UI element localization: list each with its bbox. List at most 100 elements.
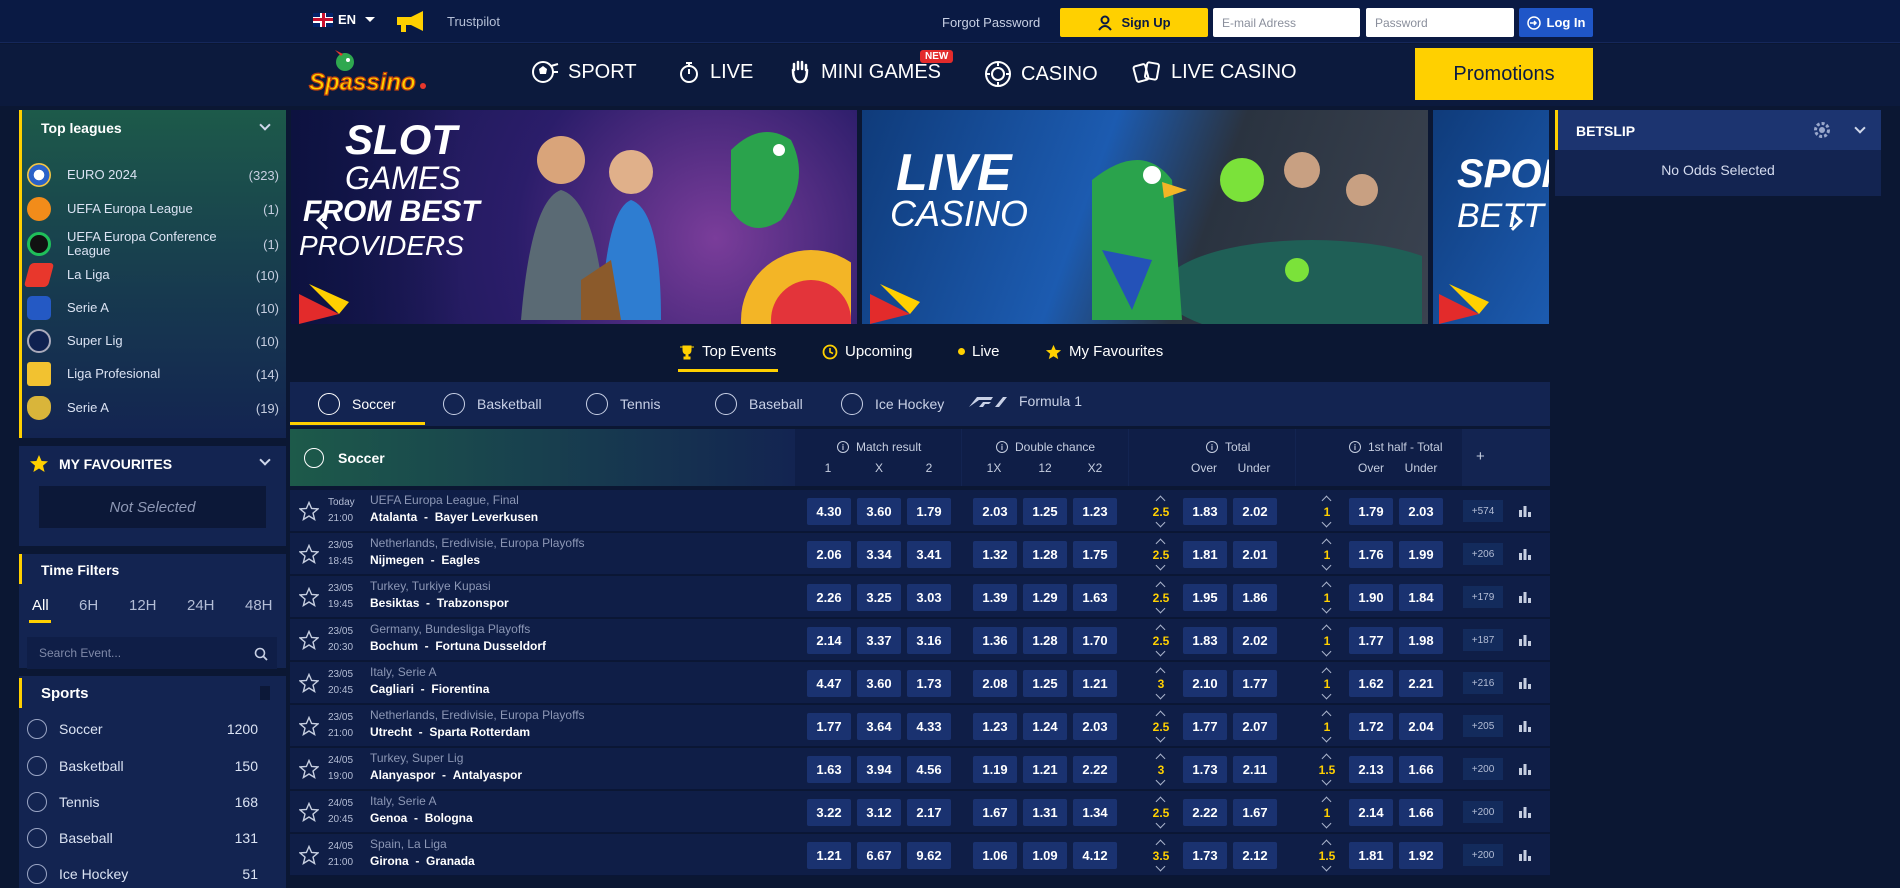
odd-half-over[interactable]: 1.77 bbox=[1349, 627, 1393, 654]
nav-live[interactable]: LIVE bbox=[677, 60, 753, 84]
odd-half-over[interactable]: 1.72 bbox=[1349, 713, 1393, 740]
odd-total-over[interactable]: 1.77 bbox=[1183, 713, 1227, 740]
tab-my-favourites[interactable]: My Favourites bbox=[1045, 343, 1163, 360]
odd-total-over[interactable]: 1.95 bbox=[1183, 584, 1227, 611]
time-filter-24h[interactable]: 24H bbox=[187, 597, 215, 614]
odd-x2[interactable]: 4.12 bbox=[1073, 842, 1117, 869]
info-icon[interactable]: i bbox=[1349, 441, 1361, 453]
favourite-star-icon[interactable] bbox=[299, 759, 319, 779]
tab-live[interactable]: Live bbox=[958, 343, 1000, 360]
promotions-button[interactable]: Promotions bbox=[1415, 48, 1593, 100]
sport-item-basketball[interactable]: Basketball 150 bbox=[27, 756, 258, 776]
table-row[interactable]: 23/05 21:00 Netherlands, Eredivisie, Euro… bbox=[290, 705, 1550, 747]
league-item[interactable]: Serie A (19) bbox=[27, 396, 279, 420]
odd-12[interactable]: 1.25 bbox=[1023, 670, 1067, 697]
sport-tab-baseball[interactable]: Baseball bbox=[715, 393, 803, 415]
half-line-stepper[interactable]: 1 bbox=[1315, 497, 1339, 526]
more-markets-button[interactable]: +200 bbox=[1463, 758, 1503, 780]
table-row[interactable]: Today 21:00 UEFA Europa League, Final Ata… bbox=[290, 490, 1550, 532]
odd-half-over[interactable]: 1.79 bbox=[1349, 498, 1393, 525]
search-icon[interactable] bbox=[254, 647, 268, 661]
odd-1x[interactable]: 1.67 bbox=[973, 799, 1017, 826]
search-event-input[interactable]: Search Event... bbox=[27, 637, 277, 669]
total-line-stepper[interactable]: 2.5 bbox=[1149, 712, 1173, 741]
odd-12[interactable]: 1.25 bbox=[1023, 498, 1067, 525]
odd-1[interactable]: 1.21 bbox=[807, 842, 851, 869]
odd-total-over[interactable]: 2.10 bbox=[1183, 670, 1227, 697]
odd-total-over[interactable]: 1.73 bbox=[1183, 842, 1227, 869]
more-markets-button[interactable]: +179 bbox=[1463, 586, 1503, 608]
half-line-stepper[interactable]: 1 bbox=[1315, 798, 1339, 827]
half-line-stepper[interactable]: 1.5 bbox=[1315, 841, 1339, 870]
more-markets-button[interactable]: +206 bbox=[1463, 543, 1503, 565]
odd-1x[interactable]: 1.36 bbox=[973, 627, 1017, 654]
half-line-stepper[interactable]: 1 bbox=[1315, 626, 1339, 655]
odd-total-under[interactable]: 1.67 bbox=[1233, 799, 1277, 826]
odd-x[interactable]: 3.64 bbox=[857, 713, 901, 740]
odd-x2[interactable]: 1.63 bbox=[1073, 584, 1117, 611]
odd-1x[interactable]: 2.03 bbox=[973, 498, 1017, 525]
odd-half-under[interactable]: 1.92 bbox=[1399, 842, 1443, 869]
nav-mini-games[interactable]: MINI GAMES bbox=[788, 60, 941, 84]
odd-2[interactable]: 2.17 bbox=[907, 799, 951, 826]
favourite-star-icon[interactable] bbox=[299, 845, 319, 865]
league-item[interactable]: Liga Profesional (14) bbox=[27, 362, 279, 386]
more-markets-button[interactable]: +187 bbox=[1463, 629, 1503, 651]
time-filter-all[interactable]: All bbox=[32, 597, 49, 614]
forgot-password-link[interactable]: Forgot Password bbox=[942, 15, 1040, 30]
odd-x2[interactable]: 1.21 bbox=[1073, 670, 1117, 697]
more-markets-button[interactable]: +574 bbox=[1463, 500, 1503, 522]
half-line-stepper[interactable]: 1 bbox=[1315, 712, 1339, 741]
odd-1[interactable]: 1.63 bbox=[807, 756, 851, 783]
odd-half-under[interactable]: 2.03 bbox=[1399, 498, 1443, 525]
odd-x[interactable]: 3.94 bbox=[857, 756, 901, 783]
stats-icon[interactable] bbox=[1519, 762, 1531, 775]
total-line-stepper[interactable]: 2.5 bbox=[1149, 798, 1173, 827]
odd-half-under[interactable]: 1.99 bbox=[1399, 541, 1443, 568]
stats-icon[interactable] bbox=[1519, 676, 1531, 689]
odd-total-over[interactable]: 1.83 bbox=[1183, 627, 1227, 654]
favourite-star-icon[interactable] bbox=[299, 673, 319, 693]
table-row[interactable]: 23/05 18:45 Netherlands, Eredivisie, Euro… bbox=[290, 533, 1550, 575]
odd-total-under[interactable]: 2.02 bbox=[1233, 627, 1277, 654]
league-item[interactable]: UEFA Europa League (1) bbox=[27, 197, 279, 221]
favourite-star-icon[interactable] bbox=[299, 802, 319, 822]
spassino-logo[interactable]: Spassino bbox=[305, 48, 435, 100]
odd-1x[interactable]: 2.08 bbox=[973, 670, 1017, 697]
odd-half-under[interactable]: 2.04 bbox=[1399, 713, 1443, 740]
odd-x[interactable]: 3.34 bbox=[857, 541, 901, 568]
half-line-stepper[interactable]: 1 bbox=[1315, 583, 1339, 612]
log-in-button[interactable]: Log In bbox=[1519, 8, 1593, 37]
table-row[interactable]: 24/05 20:45 Italy, Serie A Genoa - Bologn… bbox=[290, 791, 1550, 833]
live-casino-banner[interactable]: LIVE CASINO bbox=[862, 110, 1428, 324]
sports-betting-banner[interactable]: SPOR BETT bbox=[1433, 110, 1549, 324]
table-row[interactable]: 23/05 19:45 Turkey, Turkiye Kupasi Besikt… bbox=[290, 576, 1550, 618]
odd-x2[interactable]: 2.03 bbox=[1073, 713, 1117, 740]
odd-1[interactable]: 2.26 bbox=[807, 584, 851, 611]
favourite-star-icon[interactable] bbox=[299, 501, 319, 521]
odd-half-under[interactable]: 1.66 bbox=[1399, 756, 1443, 783]
email-field[interactable] bbox=[1213, 8, 1360, 37]
odd-2[interactable]: 3.41 bbox=[907, 541, 951, 568]
odd-12[interactable]: 1.24 bbox=[1023, 713, 1067, 740]
odd-1[interactable]: 4.47 bbox=[807, 670, 851, 697]
odd-total-over[interactable]: 2.22 bbox=[1183, 799, 1227, 826]
odd-1[interactable]: 2.06 bbox=[807, 541, 851, 568]
slot-games-banner[interactable]: SLOT GAMES FROM BEST PROVIDERS bbox=[291, 110, 857, 324]
odd-1x[interactable]: 1.19 bbox=[973, 756, 1017, 783]
tab-upcoming[interactable]: Upcoming bbox=[822, 343, 913, 360]
half-line-stepper[interactable]: 1.5 bbox=[1315, 755, 1339, 784]
nav-live-casino[interactable]: LIVE CASINO bbox=[1132, 60, 1297, 84]
language-selector[interactable]: EN bbox=[313, 12, 376, 27]
odd-x[interactable]: 3.12 bbox=[857, 799, 901, 826]
odd-1[interactable]: 2.14 bbox=[807, 627, 851, 654]
odd-2[interactable]: 1.73 bbox=[907, 670, 951, 697]
odd-total-under[interactable]: 2.12 bbox=[1233, 842, 1277, 869]
total-line-stepper[interactable]: 2.5 bbox=[1149, 497, 1173, 526]
odd-x2[interactable]: 1.23 bbox=[1073, 498, 1117, 525]
odd-1x[interactable]: 1.39 bbox=[973, 584, 1017, 611]
favourite-star-icon[interactable] bbox=[299, 716, 319, 736]
odd-total-under[interactable]: 2.01 bbox=[1233, 541, 1277, 568]
odd-x2[interactable]: 1.70 bbox=[1073, 627, 1117, 654]
league-item[interactable]: Super Lig (10) bbox=[27, 329, 279, 353]
